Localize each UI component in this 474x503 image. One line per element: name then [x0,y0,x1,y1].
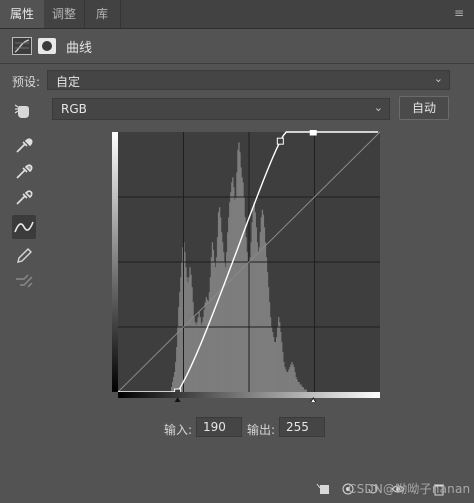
black-point-slider[interactable] [173,397,183,402]
tab-libraries[interactable]: 库 [84,0,121,28]
curves-graph[interactable] [112,130,382,402]
clip-to-layer-icon[interactable] [316,482,330,496]
properties-header: 曲线 [0,29,474,63]
curve-point-tool-icon[interactable] [12,215,36,239]
layer-mask-icon[interactable] [38,38,56,54]
pencil-tool-icon[interactable] [12,243,36,267]
gray-point-eyedropper-icon[interactable] [12,159,36,183]
input-label: 输入: [164,423,193,437]
watermark-text: CSDN@呦呦子nanan [348,482,471,496]
tab-properties[interactable]: 属性 [0,0,44,28]
curves-adjustment-icon [12,37,32,55]
preset-label: 预设: [12,75,41,89]
auto-button[interactable]: 自动 [399,96,449,120]
chevron-down-icon: ⌄ [373,101,383,114]
channel-value: RGB [61,102,87,116]
adjustment-title: 曲线 [66,41,93,56]
preset-value: 自定 [56,75,81,89]
targeted-adjustment-hand-icon[interactable] [12,99,36,123]
selected-curve-point[interactable] [309,130,317,136]
smooth-curve-icon [12,269,36,293]
preset-dropdown[interactable]: 自定 ⌄ [47,70,450,90]
divider [0,63,474,64]
chevron-down-icon: ⌄ [433,72,443,85]
output-gradient-bar [112,132,118,392]
curve-point[interactable] [276,137,284,145]
panel-menu-icon[interactable]: ≡ [452,6,466,20]
input-gradient-bar [118,392,380,398]
tab-adjustments[interactable]: 调整 [44,0,85,28]
histogram-bar [305,389,307,392]
black-point-eyedropper-icon[interactable] [12,133,36,157]
panel-tab-bar: 属性 调整 库 ≡ [0,0,474,29]
input-sliders[interactable] [173,397,319,402]
white-point-eyedropper-icon[interactable] [12,185,36,209]
output-field[interactable]: 255 [279,417,325,437]
output-label: 输出: [247,423,276,437]
input-field[interactable]: 190 [196,417,242,437]
channel-dropdown[interactable]: RGB ⌄ [52,98,390,120]
white-point-slider[interactable] [308,397,318,402]
